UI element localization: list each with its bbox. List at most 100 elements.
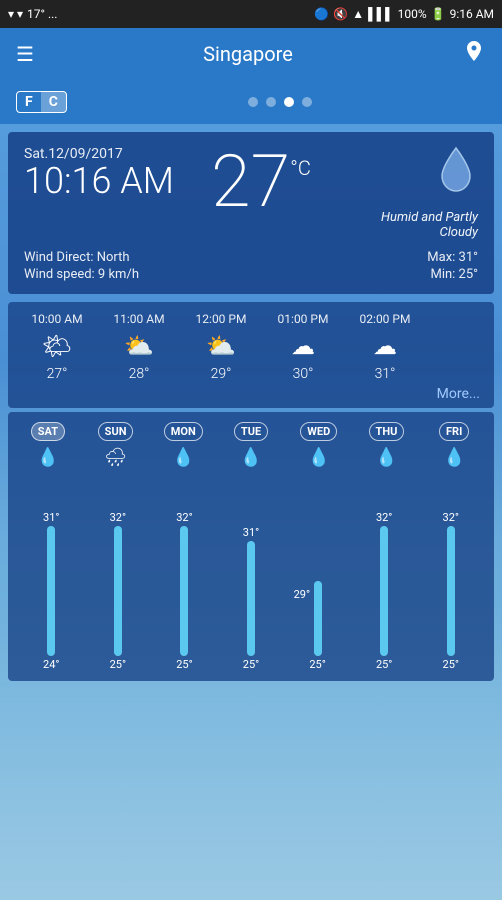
signal-icon: ▾ ▾ (8, 7, 23, 21)
hourly-temperature: 27° (47, 366, 68, 382)
weekly-bar-fill (447, 526, 455, 656)
weekly-day-col: SAT 💧 (14, 422, 82, 470)
weather-condition-text: Humid and Partly Cloudy (348, 210, 478, 240)
temp-row: 27 °C (211, 146, 311, 218)
current-weather-card: Sat.12/09/2017 10:16 AM 27 °C Humid and … (8, 132, 494, 294)
wind-info: Wind Direct: North Wind speed: 9 km/h (24, 250, 139, 282)
weekly-bar-wrapper (380, 526, 388, 656)
menu-button[interactable]: ☰ (16, 42, 34, 66)
status-temp: 17° ... (27, 7, 57, 21)
status-right: 🔵 🔇 ▲ ▌▌▌ 100% 🔋 9:16 AM (314, 7, 494, 21)
weekly-bar-wrapper (114, 526, 122, 656)
weekly-high-temp: 31° (243, 526, 259, 539)
dot-4[interactable] (302, 97, 312, 107)
hourly-item: 10:00 AM 🌤 27° (16, 312, 98, 382)
weekly-bar-col: 32° (417, 476, 484, 656)
day-weather-icon: 💧 (443, 447, 465, 468)
weekly-low-temp: 25° (85, 658, 152, 671)
weekly-bar-wrapper (247, 541, 255, 656)
weekly-day-col: THU 💧 (353, 422, 421, 470)
bluetooth-icon: 🔵 (314, 7, 329, 21)
day-label[interactable]: TUE (234, 422, 268, 441)
dot-2[interactable] (266, 97, 276, 107)
weekly-high-temp: 32° (110, 511, 126, 524)
weekly-bar-fill (114, 526, 122, 656)
location-button[interactable] (462, 39, 486, 69)
weekly-forecast-card: SAT 💧 SUN 🌧 MON 💧 TUE 💧 WED💧 THU 💧 FRI 💧 31° 32° 32° 31… (8, 412, 494, 681)
day-label[interactable]: FRI (439, 422, 469, 441)
current-time: 10:16 AM (24, 162, 174, 202)
weekly-day-labels: SAT 💧 SUN 🌧 MON 💧 TUE 💧 WED💧 THU 💧 FRI 💧 (14, 422, 488, 470)
hourly-forecast-card: 10:00 AM 🌤 27° 11:00 AM ⛅ 28° 12:00 PM ⛅… (8, 302, 494, 408)
weekly-low-temp: 25° (284, 658, 351, 671)
day-weather-icon: 💧 (240, 447, 262, 468)
weekly-day-col: SUN 🌧 (82, 422, 150, 470)
day-weather-icon: 💧 (172, 447, 194, 468)
current-left: Sat.12/09/2017 10:16 AM (24, 146, 174, 202)
weekly-day-col: FRI 💧 (420, 422, 488, 470)
weekly-bar-col: 31° (18, 476, 85, 656)
day-label[interactable]: MON (164, 422, 203, 441)
hourly-time: 02:00 PM (360, 312, 411, 326)
max-min-temps: Max: 31° Min: 25° (427, 250, 478, 282)
hourly-item: 11:00 AM ⛅ 28° (98, 312, 180, 382)
weekly-bar-wrapper (447, 526, 455, 656)
weekly-high-temp: 32° (376, 511, 392, 524)
weekly-bar-col: 32° (351, 476, 418, 656)
weekly-bar-fill (247, 541, 255, 656)
weekly-bar-col: 31° (218, 476, 285, 656)
day-weather-icon: 💧 (375, 447, 397, 468)
fahrenheit-button[interactable]: F (17, 92, 41, 112)
status-left: ▾ ▾ 17° ... (8, 7, 57, 21)
dot-3[interactable] (284, 97, 294, 107)
mute-icon: 🔇 (333, 7, 348, 21)
header: ☰ Singapore (0, 28, 502, 80)
day-label[interactable]: THU (369, 422, 405, 441)
weekly-mid-temp: 29° (294, 588, 310, 601)
weekly-high-temp: 32° (176, 511, 192, 524)
hourly-time: 10:00 AM (31, 312, 82, 326)
hourly-weather-icon: 🌤 (42, 332, 72, 360)
day-label[interactable]: SUN (98, 422, 134, 441)
weekly-bar-col: 29° (284, 476, 351, 656)
weekly-bar-fill (180, 526, 188, 656)
weekly-low-temp: 25° (351, 658, 418, 671)
city-title: Singapore (34, 42, 462, 66)
status-bar: ▾ ▾ 17° ... 🔵 🔇 ▲ ▌▌▌ 100% 🔋 9:16 AM (0, 0, 502, 28)
day-weather-icon: 🌧 (104, 447, 127, 468)
weekly-low-temp: 25° (218, 658, 285, 671)
weekly-low-temp: 25° (417, 658, 484, 671)
weekly-low-temp: 24° (18, 658, 85, 671)
unit-toggle[interactable]: F C (16, 91, 67, 113)
weekly-day-col: WED💧 (285, 422, 353, 470)
current-bottom: Wind Direct: North Wind speed: 9 km/h Ma… (24, 250, 478, 282)
weekly-low-temp: 25° (151, 658, 218, 671)
weekly-bar-fill (47, 526, 55, 656)
raindrop-icon (434, 146, 478, 196)
hourly-temperature: 30° (293, 366, 314, 382)
battery-level: 100% (398, 7, 427, 21)
weekly-day-col: TUE 💧 (217, 422, 285, 470)
day-label[interactable]: WED (300, 422, 337, 441)
celsius-button[interactable]: C (41, 92, 66, 112)
hourly-scroll[interactable]: 10:00 AM 🌤 27° 11:00 AM ⛅ 28° 12:00 PM ⛅… (8, 312, 494, 382)
signal-bars-icon: ▌▌▌ (368, 7, 394, 21)
weekly-day-col: MON 💧 (149, 422, 217, 470)
weather-condition-icon (434, 146, 478, 206)
wind-speed: Wind speed: 9 km/h (24, 267, 139, 282)
current-temp-display: 27 °C (211, 146, 311, 218)
location-pin-icon (462, 39, 486, 63)
current-date: Sat.12/09/2017 (24, 146, 174, 162)
hourly-time: 11:00 AM (113, 312, 164, 326)
hourly-item: 12:00 PM ⛅ 29° (180, 312, 262, 382)
day-label[interactable]: SAT (31, 422, 65, 441)
weekly-bar-fill (314, 581, 322, 656)
current-temperature: 27 (211, 146, 290, 218)
day-weather-icon: 💧 (37, 447, 59, 468)
wind-direction: Wind Direct: North (24, 250, 139, 265)
hourly-item: 02:00 PM ☁ 31° (344, 312, 426, 382)
hourly-temperature: 31° (375, 366, 396, 382)
more-link[interactable]: More... (8, 382, 494, 402)
dot-1[interactable] (248, 97, 258, 107)
weekly-bar-col: 32° (85, 476, 152, 656)
